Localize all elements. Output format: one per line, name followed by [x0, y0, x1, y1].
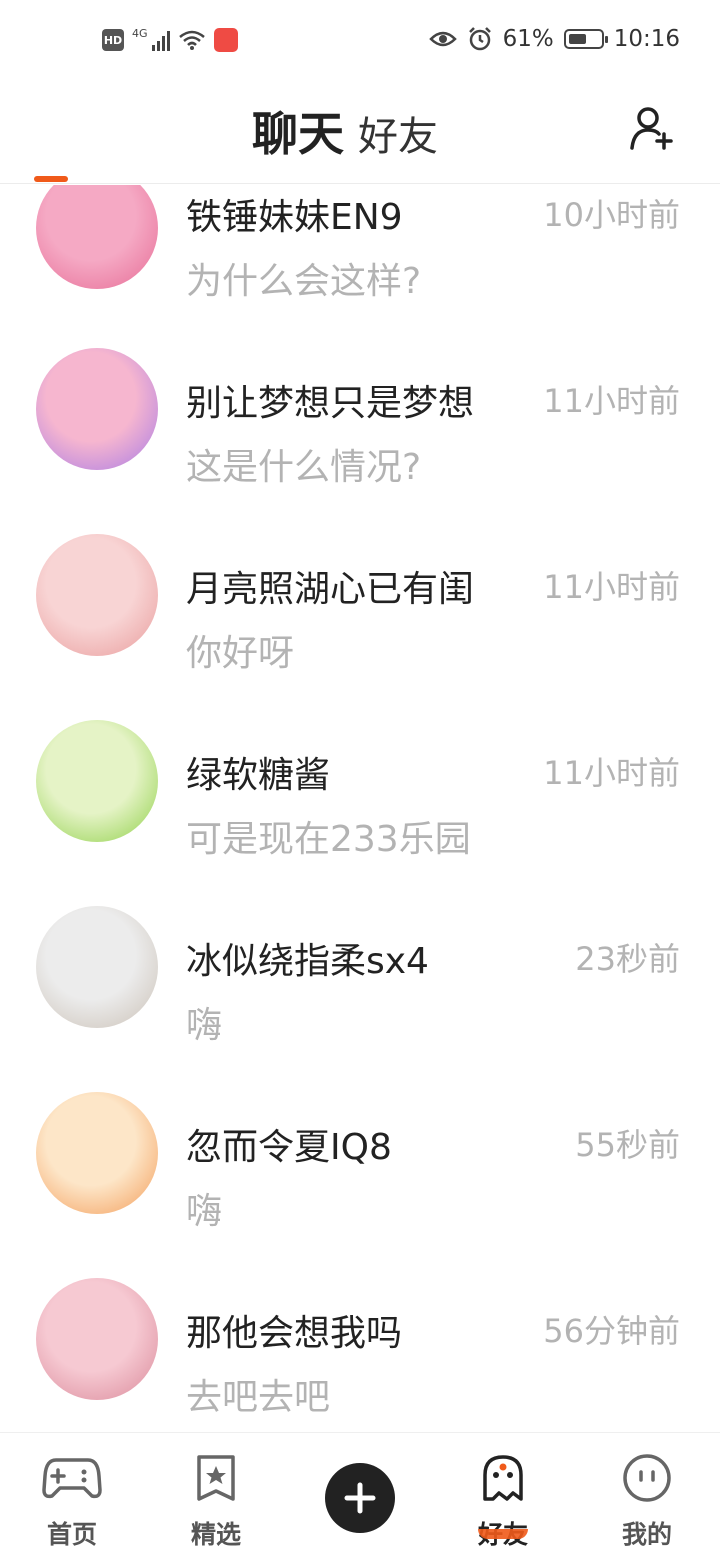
- chat-last-message: 这是什么情况?: [186, 447, 422, 488]
- chat-list-item[interactable]: 忽而令夏IQ8 55秒前嗨: [0, 1092, 720, 1296]
- avatar[interactable]: [36, 348, 158, 470]
- chat-name: 月亮照湖心已有闺: [186, 569, 475, 610]
- avatar[interactable]: [36, 1278, 158, 1400]
- signal-icon: [151, 29, 170, 51]
- hd-badge: HD: [102, 29, 124, 51]
- tab-chat[interactable]: 聊天: [252, 98, 344, 164]
- status-bar: HD 4G 61% 10:16: [0, 0, 720, 84]
- active-tab-indicator: [34, 176, 68, 182]
- chat-list-item[interactable]: 冰似绕指柔sx4 23秒前嗨: [0, 906, 720, 1110]
- chat-list: 铁锤妹妹EN9 10小时前 为什么会这样? 别让梦想只是梦想 11小时前 这是什么情况? 月…: [0, 185, 720, 1432]
- chat-list-item[interactable]: 那他会想我吗 56分钟前去吧去吧: [0, 1278, 720, 1432]
- nav-me[interactable]: 我的: [597, 1451, 697, 1551]
- chat-name: 绿软糖酱: [186, 755, 331, 796]
- chat-list-item[interactable]: 月亮照湖心已有闺 11小时前你好呀: [0, 534, 720, 738]
- top-tabs: 聊天 好友: [252, 98, 438, 164]
- face-icon: [617, 1451, 677, 1505]
- bottom-nav: 首页 精选 好友: [0, 1432, 720, 1560]
- alarm-icon: [468, 27, 491, 51]
- app-notification-icon: [213, 28, 238, 52]
- plus-icon: [344, 1482, 376, 1514]
- chat-time: 11小时前: [543, 754, 680, 792]
- chat-time: 11小时前: [543, 568, 680, 606]
- nav-featured-label: 精选: [190, 1520, 241, 1549]
- chat-name: 忽而令夏IQ8: [186, 1127, 392, 1168]
- chat-name: 冰似绕指柔sx4: [186, 941, 429, 982]
- status-right: 61% 10:16: [428, 26, 680, 52]
- star-bookmark-icon: [186, 1451, 246, 1505]
- ghost-icon: [473, 1451, 533, 1505]
- chat-last-message: 去吧去吧: [186, 1377, 331, 1418]
- wifi-icon: [178, 30, 205, 50]
- chat-name: 铁锤妹妹EN9: [186, 197, 403, 238]
- clock: 10:16: [613, 26, 680, 52]
- tab-friends[interactable]: 好友: [358, 104, 438, 162]
- chat-last-message: 你好呀: [186, 633, 295, 674]
- avatar[interactable]: [36, 720, 158, 842]
- nav-home[interactable]: 首页: [22, 1451, 122, 1551]
- nav-featured[interactable]: 精选: [166, 1451, 266, 1551]
- battery-percent: 61%: [502, 26, 554, 52]
- avatar[interactable]: [36, 1092, 158, 1214]
- chat-name: 那他会想我吗: [186, 1313, 403, 1354]
- chat-time: 11小时前: [543, 382, 680, 420]
- chat-last-message: 可是现在233乐园: [186, 819, 471, 860]
- eye-icon: [428, 31, 457, 47]
- chat-list-item[interactable]: 别让梦想只是梦想 11小时前这是什么情况?: [0, 348, 720, 552]
- chat-time: 23秒前: [575, 940, 680, 978]
- chat-time: 55秒前: [575, 1126, 680, 1164]
- avatar[interactable]: [36, 534, 158, 656]
- battery-icon: [563, 29, 608, 49]
- create-button[interactable]: [325, 1463, 395, 1533]
- chat-last-message: 为什么会这样?: [186, 261, 422, 302]
- avatar[interactable]: [36, 906, 158, 1028]
- network-type: 4G: [132, 26, 148, 40]
- chat-list-item[interactable]: 绿软糖酱 11小时前可是现在233乐园: [0, 720, 720, 924]
- nav-me-label: 我的: [621, 1520, 672, 1549]
- chat-list-item[interactable]: 铁锤妹妹EN9 10小时前为什么会这样?: [0, 185, 720, 366]
- nav-home-label: 首页: [46, 1520, 97, 1549]
- chat-time: 56分钟前: [543, 1312, 680, 1350]
- avatar[interactable]: [36, 185, 158, 289]
- chat-last-message: 嗨: [186, 1005, 223, 1046]
- chat-name: 别让梦想只是梦想: [186, 383, 475, 424]
- gamepad-icon: [42, 1451, 102, 1505]
- active-nav-indicator: [478, 1529, 528, 1539]
- status-left: HD 4G: [102, 26, 238, 52]
- chat-time: 10小时前: [543, 196, 680, 234]
- add-user-icon[interactable]: [628, 104, 676, 152]
- chat-last-message: 嗨: [186, 1191, 223, 1232]
- top-header: 聊天 好友: [0, 84, 720, 184]
